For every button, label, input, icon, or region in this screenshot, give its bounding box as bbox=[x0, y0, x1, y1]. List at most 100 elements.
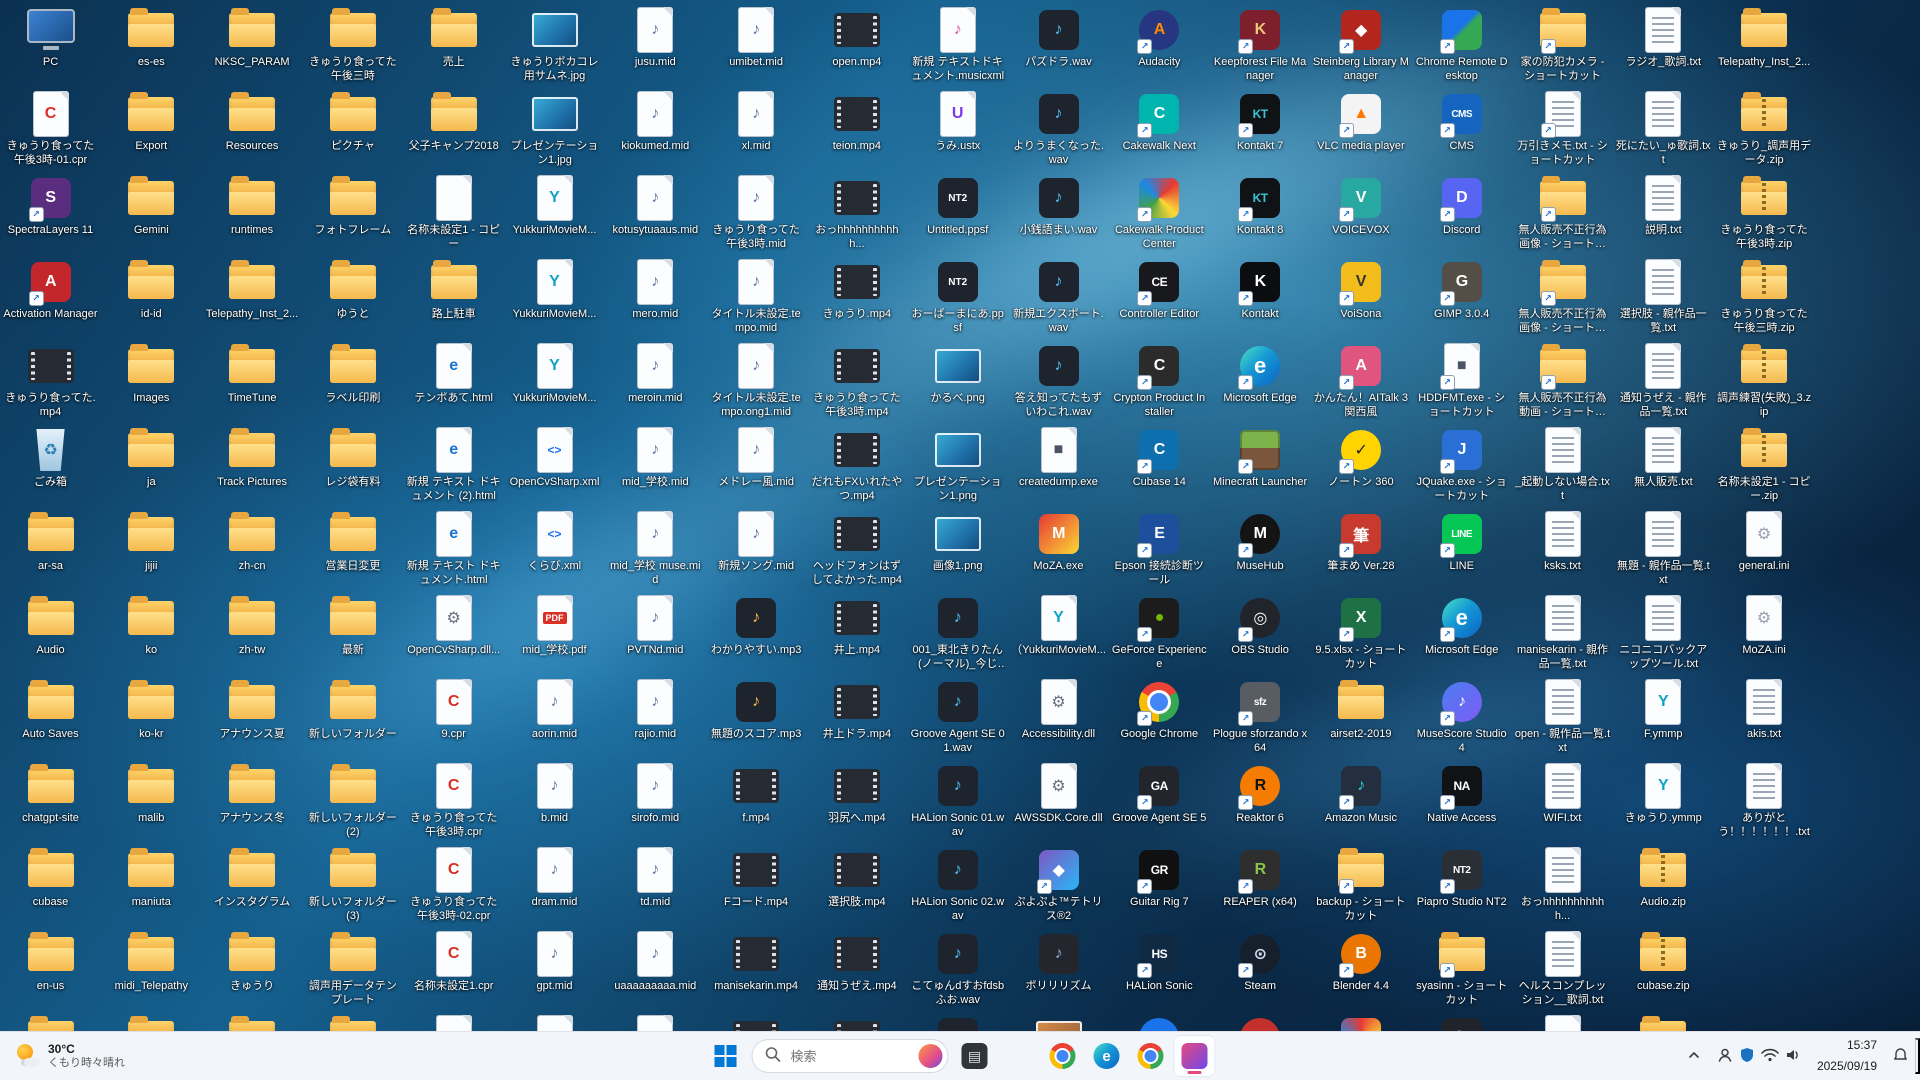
desktop-icon[interactable]: D↗Discord bbox=[1413, 174, 1510, 238]
desktop-icon[interactable]: 死にたい_ゅ歌詞.txt bbox=[1615, 90, 1712, 168]
desktop-icon[interactable]: ♪td.mid bbox=[607, 846, 704, 910]
desktop-icon[interactable]: A↗Audacity bbox=[1111, 6, 1208, 70]
desktop-icon[interactable]: YF.ymmp bbox=[1615, 678, 1712, 742]
desktop-icon[interactable]: YYukkuriMovieM... bbox=[506, 174, 603, 238]
desktop-icon[interactable]: きゅうり_調声用データ.zip bbox=[1716, 90, 1813, 168]
desktop-icon[interactable]: ♪gpt.mid bbox=[506, 930, 603, 994]
tray-icons-group[interactable] bbox=[1711, 1038, 1807, 1074]
desktop-icon[interactable]: ♪きゅうり食ってた午後3時.mid bbox=[708, 174, 805, 252]
desktop-icon[interactable]: ♪新規 テキストドキュメント.musicxml bbox=[909, 6, 1006, 84]
taskbar-app-active-app[interactable] bbox=[1175, 1036, 1215, 1076]
desktop-icon[interactable]: Uうみ.ustx bbox=[909, 90, 1006, 154]
desktop-icon[interactable]: G↗GIMP 3.0.4 bbox=[1413, 258, 1510, 322]
show-desktop-button[interactable] bbox=[1915, 1038, 1920, 1074]
search-highlight-image[interactable] bbox=[919, 1044, 943, 1068]
desktop-icon[interactable]: 新しいフォルダー (2) bbox=[304, 762, 401, 840]
desktop-icon[interactable]: ●↗GeForce Experience bbox=[1111, 594, 1208, 672]
desktop-icon[interactable]: TimeTune bbox=[204, 342, 301, 406]
desktop-icon[interactable]: ♪こてゅんdすおfdsbふお.wav bbox=[909, 930, 1006, 1008]
desktop-icon[interactable]: きゅうりボカコレ用サムネ.jpg bbox=[506, 6, 603, 84]
desktop-icon[interactable]: 新しいフォルダー bbox=[304, 678, 401, 742]
desktop-icon[interactable]: Yきゅうり.ymmp bbox=[1615, 762, 1712, 826]
desktop-icon[interactable]: NT2Untitled.ppsf bbox=[909, 174, 1006, 238]
desktop-icon[interactable]: ニコニコバックアップツール.txt bbox=[1615, 594, 1712, 672]
start-button[interactable] bbox=[706, 1036, 746, 1076]
desktop-icon[interactable]: es-es bbox=[103, 6, 200, 70]
desktop-icon[interactable]: maniuta bbox=[103, 846, 200, 910]
desktop-icon[interactable]: 選択肢 - 親作品一覧.txt bbox=[1615, 258, 1712, 336]
desktop-icon[interactable]: V↗VoiSona bbox=[1312, 258, 1409, 322]
desktop-icon[interactable]: ヘルスコンプレッション__歌詞.txt bbox=[1514, 930, 1611, 1008]
desktop-icon[interactable]: PC bbox=[2, 6, 99, 70]
desktop-icon[interactable]: Telepathy_Inst_2... bbox=[1716, 6, 1813, 70]
desktop-icon[interactable]: 売上 bbox=[405, 6, 502, 70]
desktop-icon[interactable]: Telepathy_Inst_2... bbox=[204, 258, 301, 322]
desktop-icon[interactable]: ♪aorin.mid bbox=[506, 678, 603, 742]
desktop-icon[interactable]: manisekarin - 親作品一覧.txt bbox=[1514, 594, 1611, 672]
desktop-icon[interactable]: _起動しない場合.txt bbox=[1514, 426, 1611, 504]
desktop-icon[interactable]: 無人販売.txt bbox=[1615, 426, 1712, 490]
desktop-icon[interactable]: 画像1.png bbox=[909, 510, 1006, 574]
desktop-icon[interactable]: B↗Blender 4.4 bbox=[1312, 930, 1409, 994]
desktop-icon[interactable]: Track Pictures bbox=[204, 426, 301, 490]
desktop-icon[interactable]: ♪umibet.mid bbox=[708, 6, 805, 70]
desktop-icon[interactable]: K↗Kontakt bbox=[1212, 258, 1309, 322]
desktop-icon[interactable]: おっhhhhhhhhhhh... bbox=[1514, 846, 1611, 924]
desktop-icon[interactable]: C↗Cakewalk Next bbox=[1111, 90, 1208, 154]
desktop-icon[interactable]: PDFmid_学校.pdf bbox=[506, 594, 603, 658]
taskbar-app-file-explorer[interactable] bbox=[999, 1036, 1039, 1076]
desktop-icon[interactable]: MMoZA.exe bbox=[1010, 510, 1107, 574]
desktop-icon[interactable]: ⚙general.ini bbox=[1716, 510, 1813, 574]
desktop-icon[interactable]: ♪タイトル未設定.tempo.mid bbox=[708, 258, 805, 336]
desktop-icon[interactable]: ↗Chrome Remote Desktop bbox=[1413, 6, 1510, 84]
desktop-icon[interactable]: きゅうり食ってた午後三時.zip bbox=[1716, 258, 1813, 336]
desktop-icon[interactable]: だれもFXいれたやつ.mp4 bbox=[808, 426, 905, 504]
desktop-icon[interactable]: 説明.txt bbox=[1615, 174, 1712, 238]
desktop-icon[interactable]: KT↗Kontakt 7 bbox=[1212, 90, 1309, 154]
desktop-icon[interactable]: ↗無人販売不正行為動画 - ショートカット bbox=[1514, 342, 1611, 420]
desktop-icon[interactable]: 最新 bbox=[304, 594, 401, 658]
desktop-icon[interactable]: 井上.mp4 bbox=[808, 594, 905, 658]
desktop-icon[interactable]: NT2↗Piapro Studio NT2 bbox=[1413, 846, 1510, 910]
desktop-icon[interactable]: NT2おーばーまにあ.ppsf bbox=[909, 258, 1006, 336]
desktop-icon[interactable]: ↗backup - ショートカット bbox=[1312, 846, 1409, 924]
desktop-icon[interactable]: 無題 - 親作品一覧.txt bbox=[1615, 510, 1712, 588]
desktop-icon[interactable]: A↗Activation Manager bbox=[2, 258, 99, 322]
desktop-icon[interactable]: 選択肢.mp4 bbox=[808, 846, 905, 910]
desktop-icon[interactable]: 調声練習(失敗)_3.zip bbox=[1716, 342, 1813, 420]
desktop-icon[interactable]: midi_Telepathy bbox=[103, 930, 200, 994]
desktop-icon[interactable]: ピクチャ bbox=[304, 90, 401, 154]
desktop-icon[interactable]: ↗無人販売不正行為画像 - ショートカット bbox=[1514, 258, 1611, 336]
desktop-icon[interactable]: M↗MuseHub bbox=[1212, 510, 1309, 574]
desktop-icon[interactable]: ラベル印刷 bbox=[304, 342, 401, 406]
desktop-icon[interactable]: アナウンス夏 bbox=[204, 678, 301, 742]
desktop-icon[interactable]: ✓↗ノートン 360 bbox=[1312, 426, 1409, 490]
desktop-icon[interactable]: eテンポあて.html bbox=[405, 342, 502, 406]
desktop-icon[interactable]: ♪kotusytuaaus.mid bbox=[607, 174, 704, 238]
desktop-icon[interactable]: ♪HALion Sonic 02.wav bbox=[909, 846, 1006, 924]
desktop-icon[interactable]: ♻ごみ箱 bbox=[2, 426, 99, 490]
taskbar-app-google-chrome[interactable] bbox=[1043, 1036, 1083, 1076]
search-input[interactable] bbox=[789, 1048, 911, 1065]
desktop-icon[interactable]: GA↗Groove Agent SE 5 bbox=[1111, 762, 1208, 826]
desktop-icon[interactable]: ↗万引きメモ.txt - ショートカット bbox=[1514, 90, 1611, 168]
desktop-icon[interactable]: LINE↗LINE bbox=[1413, 510, 1510, 574]
desktop-icon[interactable]: e新規 テキスト ドキュメント (2).html bbox=[405, 426, 502, 504]
desktop-icon[interactable]: <>OpenCvSharp.xml bbox=[506, 426, 603, 490]
desktop-icon[interactable]: Resources bbox=[204, 90, 301, 154]
desktop-icon[interactable]: ⚙MoZA.ini bbox=[1716, 594, 1813, 658]
desktop-icon[interactable]: Audio bbox=[2, 594, 99, 658]
desktop-icon[interactable]: ↗Microsoft Edge bbox=[1212, 342, 1309, 406]
desktop-icon[interactable]: zh-tw bbox=[204, 594, 301, 658]
desktop-icon[interactable]: WIFI.txt bbox=[1514, 762, 1611, 826]
desktop-icon[interactable]: E↗Epson 接続診断ツール bbox=[1111, 510, 1208, 588]
desktop-icon[interactable]: X↗9.5.xlsx - ショートカット bbox=[1312, 594, 1409, 672]
desktop-icon[interactable]: ⚙AWSSDK.Core.dll bbox=[1010, 762, 1107, 826]
desktop-icon[interactable]: かるべ.png bbox=[909, 342, 1006, 406]
desktop-icon[interactable]: Export bbox=[103, 90, 200, 154]
taskbar-app-pinned-media-app[interactable] bbox=[955, 1036, 995, 1076]
desktop-icon[interactable]: 営業日変更 bbox=[304, 510, 401, 574]
desktop-icon[interactable]: C9.cpr bbox=[405, 678, 502, 742]
desktop-icon[interactable]: インスタグラム bbox=[204, 846, 301, 910]
desktop-icon[interactable]: <>くらび.xml bbox=[506, 510, 603, 574]
